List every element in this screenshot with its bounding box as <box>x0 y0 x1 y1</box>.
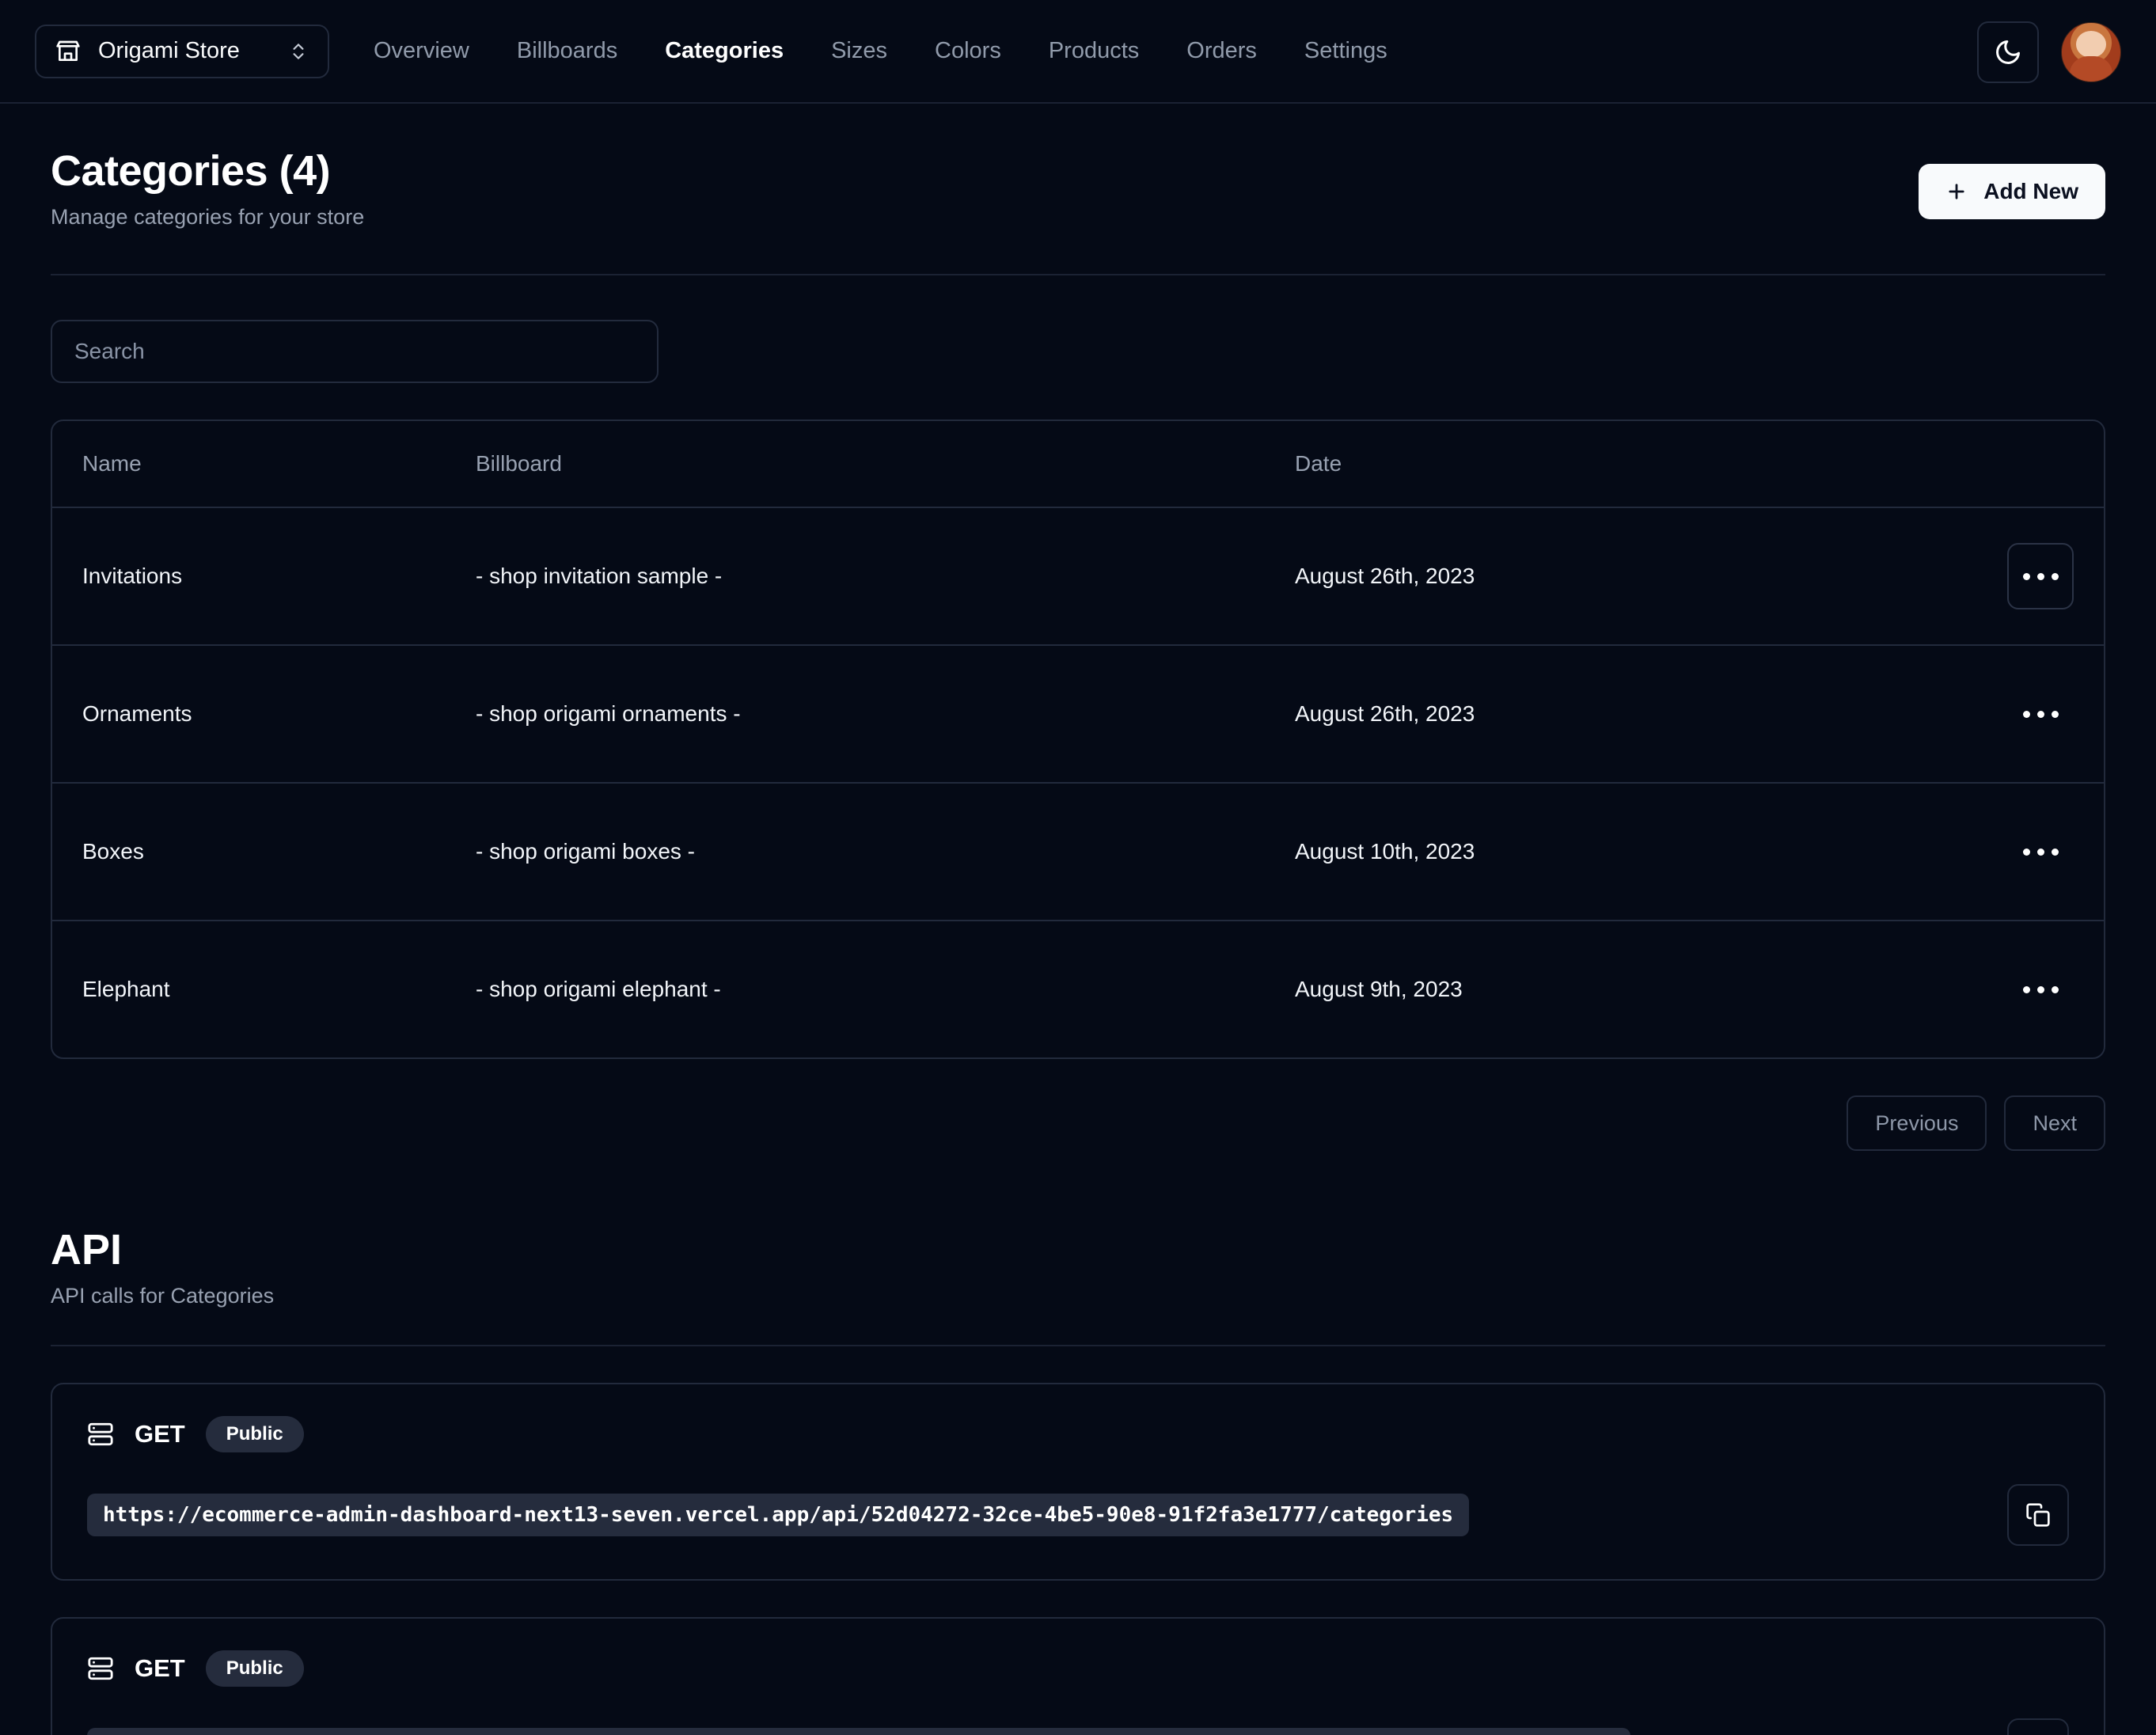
api-title: API <box>51 1226 123 1274</box>
server-icon <box>87 1655 114 1682</box>
api-subtitle: API calls for Categories <box>51 1284 275 1308</box>
cell-date: August 26th, 2023 <box>1295 645 1920 784</box>
previous-page-button[interactable]: Previous <box>1847 1095 1987 1151</box>
store-switcher-label: Origami Store <box>98 38 240 63</box>
ellipsis-icon <box>2022 710 2059 718</box>
cell-actions <box>1920 921 2104 1057</box>
cell-billboard: - shop origami ornaments - <box>476 645 1295 784</box>
row-actions-button[interactable] <box>2007 543 2074 609</box>
top-navbar: Origami Store Overview Billboards Catego… <box>0 0 2156 104</box>
main-nav: Overview Billboards Categories Sizes Col… <box>374 38 1387 64</box>
table-header-row: Name Billboard Date <box>52 421 2104 508</box>
plus-icon <box>1945 180 1968 203</box>
nav-link-overview[interactable]: Overview <box>374 38 469 64</box>
api-method: GET <box>135 1654 185 1682</box>
row-actions-button[interactable] <box>2007 818 2074 885</box>
cell-date: August 26th, 2023 <box>1295 507 1920 646</box>
nav-link-colors[interactable]: Colors <box>935 38 1001 64</box>
api-url: https://ecommerce-admin-dashboard-next13… <box>87 1494 1470 1536</box>
nav-link-sizes[interactable]: Sizes <box>831 38 887 64</box>
api-divider <box>51 1345 2105 1346</box>
table-header: Name Billboard Date <box>52 421 2104 508</box>
api-url-row: https://ecommerce-admin-dashboard-next13… <box>87 1484 2069 1546</box>
api-url: https://ecommerce-admin-dashboard-next13… <box>87 1728 1630 1735</box>
row-actions-button[interactable] <box>2007 956 2074 1023</box>
ellipsis-icon <box>2022 848 2059 856</box>
api-badge: Public <box>205 1650 304 1687</box>
column-header-actions <box>1920 421 2104 508</box>
moon-icon <box>1994 38 2022 66</box>
table-row: Boxes - shop origami boxes - August 10th… <box>52 783 2104 921</box>
cell-date: August 9th, 2023 <box>1295 977 1463 1001</box>
api-card: GET Public https://ecommerce-admin-dashb… <box>51 1383 2105 1581</box>
search-container <box>51 320 2105 383</box>
nav-link-settings[interactable]: Settings <box>1304 38 1387 64</box>
nav-link-categories[interactable]: Categories <box>665 38 784 64</box>
search-input[interactable] <box>51 320 659 383</box>
cell-billboard: - shop origami boxes - <box>476 783 1295 921</box>
cell-actions <box>1920 507 2104 646</box>
column-header-billboard: Billboard <box>476 421 1295 508</box>
table-row: Invitations - shop invitation sample - A… <box>52 507 2104 646</box>
cell-date: August 10th, 2023 <box>1295 783 1920 921</box>
cell-name: Elephant <box>82 977 170 1001</box>
table-row: Ornaments - shop origami ornaments - Aug… <box>52 645 2104 784</box>
avatar[interactable] <box>2061 21 2121 82</box>
page-content: Categories (4) Manage categories for you… <box>0 104 2156 1735</box>
header-divider <box>51 274 2105 275</box>
theme-toggle-button[interactable] <box>1977 21 2039 83</box>
next-page-button[interactable]: Next <box>2004 1095 2105 1151</box>
add-new-button[interactable]: Add New <box>1919 164 2105 219</box>
categories-table: Name Billboard Date Invitations - shop i… <box>52 421 2104 1057</box>
cell-actions <box>1920 783 2104 921</box>
table-row: Elephant - shop origami elephant - Augus… <box>52 921 2104 1057</box>
cell-billboard: - shop origami elephant - <box>476 977 721 1001</box>
api-badge: Public <box>205 1416 304 1452</box>
cell-billboard: - shop invitation sample - <box>476 507 1295 646</box>
api-card-header: GET Public <box>87 1650 2069 1687</box>
navbar-right-controls <box>1977 0 2121 104</box>
api-url-row: https://ecommerce-admin-dashboard-next13… <box>87 1718 2069 1735</box>
column-header-date: Date <box>1295 421 1920 508</box>
api-card-header: GET Public <box>87 1416 2069 1452</box>
page-header: Categories (4) Manage categories for you… <box>51 104 2105 230</box>
categories-table-card: Name Billboard Date Invitations - shop i… <box>51 420 2105 1059</box>
nav-link-billboards[interactable]: Billboards <box>517 38 617 64</box>
row-actions-button[interactable] <box>2007 681 2074 747</box>
api-header: API API calls for Categories <box>51 1225 2105 1308</box>
pagination: Previous Next <box>51 1095 2105 1151</box>
store-icon <box>55 39 81 64</box>
copy-url-button[interactable] <box>2007 1718 2069 1735</box>
copy-icon <box>2025 1502 2051 1528</box>
api-card: GET Public https://ecommerce-admin-dashb… <box>51 1617 2105 1735</box>
table-body: Invitations - shop invitation sample - A… <box>52 507 2104 1057</box>
cell-actions <box>1920 645 2104 784</box>
copy-url-button[interactable] <box>2007 1484 2069 1546</box>
page-heading-group: Categories (4) Manage categories for you… <box>51 146 364 230</box>
page-title: Categories (4) <box>51 147 331 195</box>
server-icon <box>87 1421 114 1448</box>
api-method: GET <box>135 1420 185 1448</box>
nav-link-orders[interactable]: Orders <box>1186 38 1257 64</box>
chevrons-up-down-icon <box>288 40 309 63</box>
cell-name: Invitations <box>52 507 476 646</box>
page-subtitle: Manage categories for your store <box>51 205 365 229</box>
column-header-name: Name <box>52 421 476 508</box>
cell-name: Boxes <box>52 783 476 921</box>
nav-link-products[interactable]: Products <box>1049 38 1139 64</box>
cell-name: Ornaments <box>52 645 476 784</box>
add-new-label: Add New <box>1983 179 2078 203</box>
store-switcher[interactable]: Origami Store <box>35 24 329 78</box>
ellipsis-icon <box>2022 985 2059 993</box>
ellipsis-icon <box>2022 572 2059 580</box>
